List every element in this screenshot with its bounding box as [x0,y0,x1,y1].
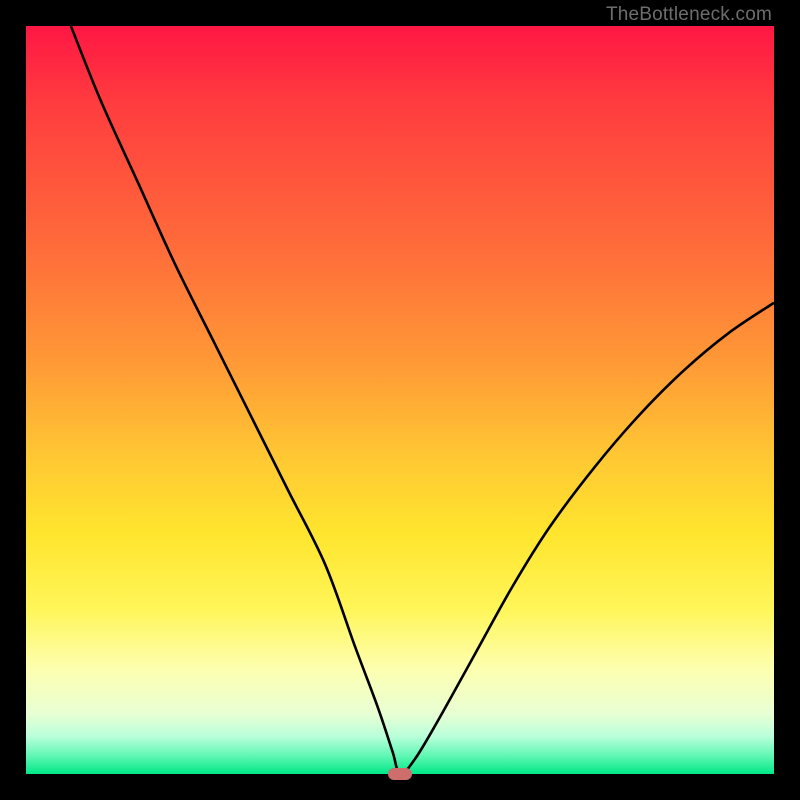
plot-area [26,26,774,774]
minimum-marker [388,768,412,780]
bottleneck-curve [26,26,774,774]
curve-line [71,26,774,774]
chart-frame: TheBottleneck.com [0,0,800,800]
watermark-text: TheBottleneck.com [606,4,772,26]
